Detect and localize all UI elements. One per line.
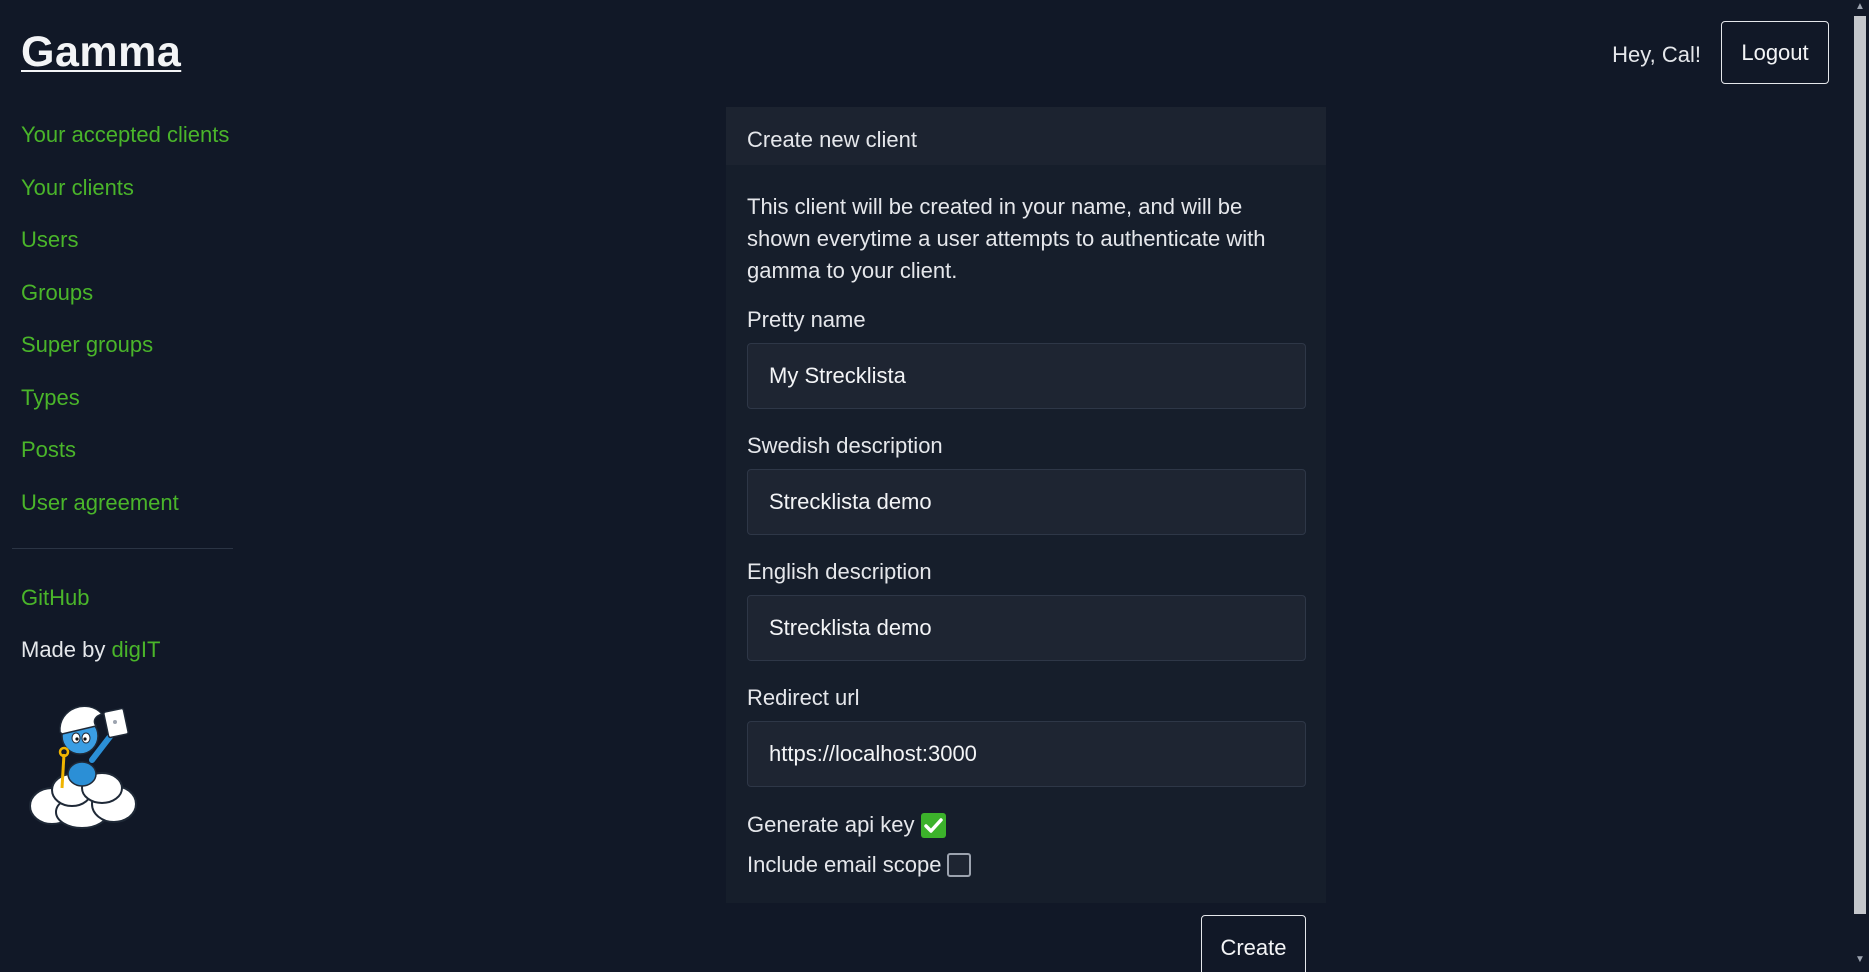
scrollbar-thumb[interactable] (1854, 16, 1866, 914)
scroll-down-arrow-icon[interactable]: ▼ (1855, 955, 1865, 965)
sidebar-item-posts[interactable]: Posts (21, 437, 76, 463)
logout-button[interactable]: Logout (1721, 21, 1829, 84)
sidebar-item-user-agreement[interactable]: User agreement (21, 490, 179, 516)
app-logo[interactable]: Gamma (21, 28, 181, 77)
sidebar-item-super-groups[interactable]: Super groups (21, 332, 153, 358)
card-header: Create new client (726, 107, 1326, 165)
pretty-name-label: Pretty name (747, 307, 866, 332)
sidebar-divider (12, 548, 233, 549)
user-greeting: Hey, Cal! (1612, 42, 1701, 67)
generate-api-key-checkbox[interactable] (920, 812, 946, 838)
swedish-description-input[interactable] (747, 469, 1306, 535)
check-icon (923, 817, 943, 833)
smurf-mascot-icon (29, 705, 137, 829)
english-description-label: English description (747, 559, 932, 584)
english-description-input[interactable] (747, 595, 1306, 661)
github-link[interactable]: GitHub (21, 585, 89, 611)
page-scrollbar[interactable]: ▲ ▼ (1851, 0, 1869, 972)
pretty-name-input[interactable] (747, 343, 1306, 409)
include-email-scope-label: Include email scope (747, 852, 942, 877)
create-client-card: Create new client This client will be cr… (726, 107, 1326, 972)
include-email-scope-row: Include email scope (747, 852, 972, 878)
create-button[interactable]: Create (1201, 915, 1306, 972)
generate-api-key-label: Generate api key (747, 812, 915, 837)
swedish-description-label: Swedish description (747, 433, 943, 458)
card-description: This client will be created in your name… (747, 194, 1266, 283)
redirect-url-input[interactable] (747, 721, 1306, 787)
include-email-scope-checkbox[interactable] (947, 853, 972, 877)
generate-api-key-row: Generate api key (747, 812, 946, 838)
scroll-up-arrow-icon[interactable]: ▲ (1855, 2, 1865, 12)
sidebar-item-accepted-clients[interactable]: Your accepted clients (21, 122, 229, 148)
sidebar-item-your-clients[interactable]: Your clients (21, 175, 134, 201)
page: Gamma Hey, Cal! Logout Your accepted cli… (0, 0, 1869, 972)
sidebar-item-users[interactable]: Users (21, 227, 78, 253)
redirect-url-label: Redirect url (747, 685, 860, 710)
made-by-prefix: Made by (21, 637, 106, 662)
made-by-text: Made by digIT (21, 637, 160, 663)
card-title: Create new client (747, 127, 917, 152)
sidebar-item-types[interactable]: Types (21, 385, 80, 411)
digit-link[interactable]: digIT (112, 637, 161, 662)
sidebar-item-groups[interactable]: Groups (21, 280, 93, 306)
